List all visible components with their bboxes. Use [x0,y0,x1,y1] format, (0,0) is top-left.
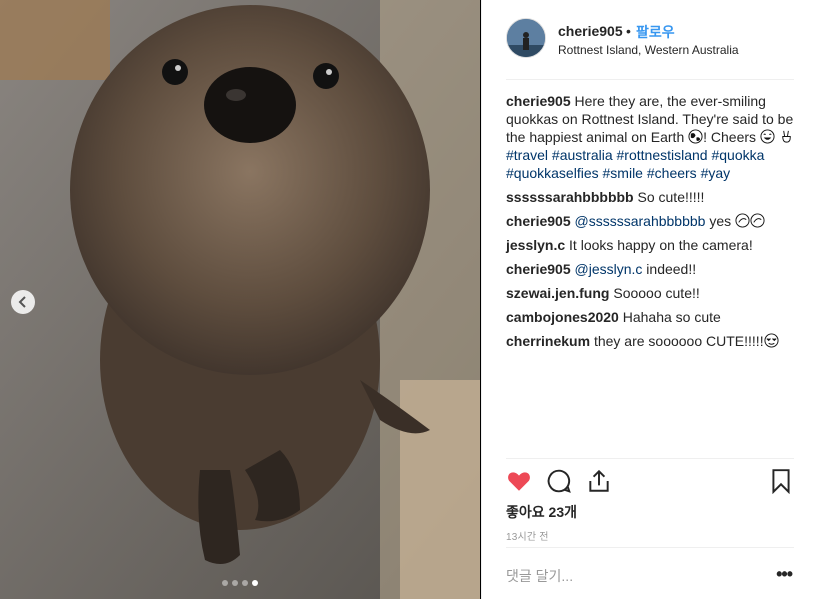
username-link[interactable]: cherie905 [558,23,623,39]
comment-username[interactable]: jesslyn.c [506,237,565,253]
divider [506,79,794,80]
comment-icon[interactable] [546,468,572,494]
comment-text: they are soooooo CUTE!!!!! [593,333,764,349]
comment-username[interactable]: cambojones2020 [506,309,619,325]
post-details-panel: cherie905 • 팔로우 Rottnest Island, Western… [481,0,813,599]
comment-username[interactable]: cherie905 [506,261,571,277]
separator-dot: • [626,23,631,39]
post-header: cherie905 • 팔로우 Rottnest Island, Western… [506,18,794,62]
comment-username[interactable]: cherie905 [506,213,571,229]
carousel-dot [222,580,228,586]
quokka-photo [0,0,480,599]
post-photo[interactable] [0,0,480,599]
comment-item: jesslyn.c It looks happy on the camera! [506,236,796,254]
add-comment-input[interactable]: 댓글 달기... [506,566,573,586]
comment-text: Hahaha so cute [622,309,721,325]
carousel-prev-button[interactable] [11,290,35,314]
post-window: cherie905 • 팔로우 Rottnest Island, Western… [0,0,813,599]
comment-item: cherrinekum they are soooooo CUTE!!!!! [506,332,796,350]
hashtag-link[interactable]: #cheers [647,165,697,181]
joy-emoji-icon [760,129,775,144]
share-icon[interactable] [586,468,612,494]
follow-button[interactable]: 팔로우 [636,22,675,42]
comment-username[interactable]: ssssssarahbbbbbb [506,189,634,205]
hashtag-link[interactable]: #quokka [711,147,764,163]
comment-text: yes [709,213,732,229]
comment-item: szewai.jen.fung Sooooo cute!! [506,284,796,302]
carousel-dot [242,580,248,586]
rofl-emoji-icon [750,213,765,228]
comments-list: cherie905 Here they are, the ever-smilin… [506,92,796,356]
carousel-dot-active [252,580,258,586]
avatar[interactable] [506,18,546,58]
hashtag-link[interactable]: #travel [506,147,548,163]
chevron-left-icon [18,296,26,308]
comment-item: cherie905 @jesslyn.c indeed!! [506,260,796,278]
comment-item: ssssssarahbbbbbb So cute!!!!! [506,188,796,206]
hashtag-link[interactable]: #quokkaselfies [506,165,599,181]
victory-hand-emoji-icon [782,130,791,143]
hashtag-link[interactable]: #australia [552,147,613,163]
divider [506,547,794,548]
comment-text: It looks happy on the camera! [569,237,753,253]
comment-username[interactable]: szewai.jen.fung [506,285,609,301]
carousel-indicator [222,580,258,586]
comment-text: Sooooo cute!! [613,285,700,301]
mention-link[interactable]: @ssssssarahbbbbbb [575,213,706,229]
hashtag-link[interactable]: #smile [603,165,643,181]
comment-text: So cute!!!!! [637,189,705,205]
comment-item: cambojones2020 Hahaha so cute [506,308,796,326]
caption: cherie905 Here they are, the ever-smilin… [506,92,796,182]
location-link[interactable]: Rottnest Island, Western Australia [558,43,739,57]
rofl-emoji-icon [735,213,750,228]
comment-item: cherie905 @ssssssarahbbbbbb yes [506,212,796,230]
divider [506,458,794,459]
avatar-image [507,19,545,57]
carousel-dot [232,580,238,586]
like-count[interactable]: 좋아요 23개 [506,502,577,522]
heart-eyes-emoji-icon [764,333,779,348]
mention-link[interactable]: @jesslyn.c [575,261,643,277]
bookmark-icon[interactable] [768,468,794,494]
caption-username[interactable]: cherie905 [506,93,571,109]
more-options-button[interactable]: ••• [776,564,793,585]
hashtag-link[interactable]: #rottnestisland [617,147,708,163]
caption-text-2: ! Cheers [703,129,760,145]
comment-text: indeed!! [646,261,697,277]
heart-icon[interactable] [506,468,532,494]
action-bar [506,468,794,496]
post-timestamp[interactable]: 13시간 전 [506,528,549,543]
earth-emoji-icon [688,129,703,144]
hashtag-link[interactable]: #yay [701,165,731,181]
comment-username[interactable]: cherrinekum [506,333,590,349]
